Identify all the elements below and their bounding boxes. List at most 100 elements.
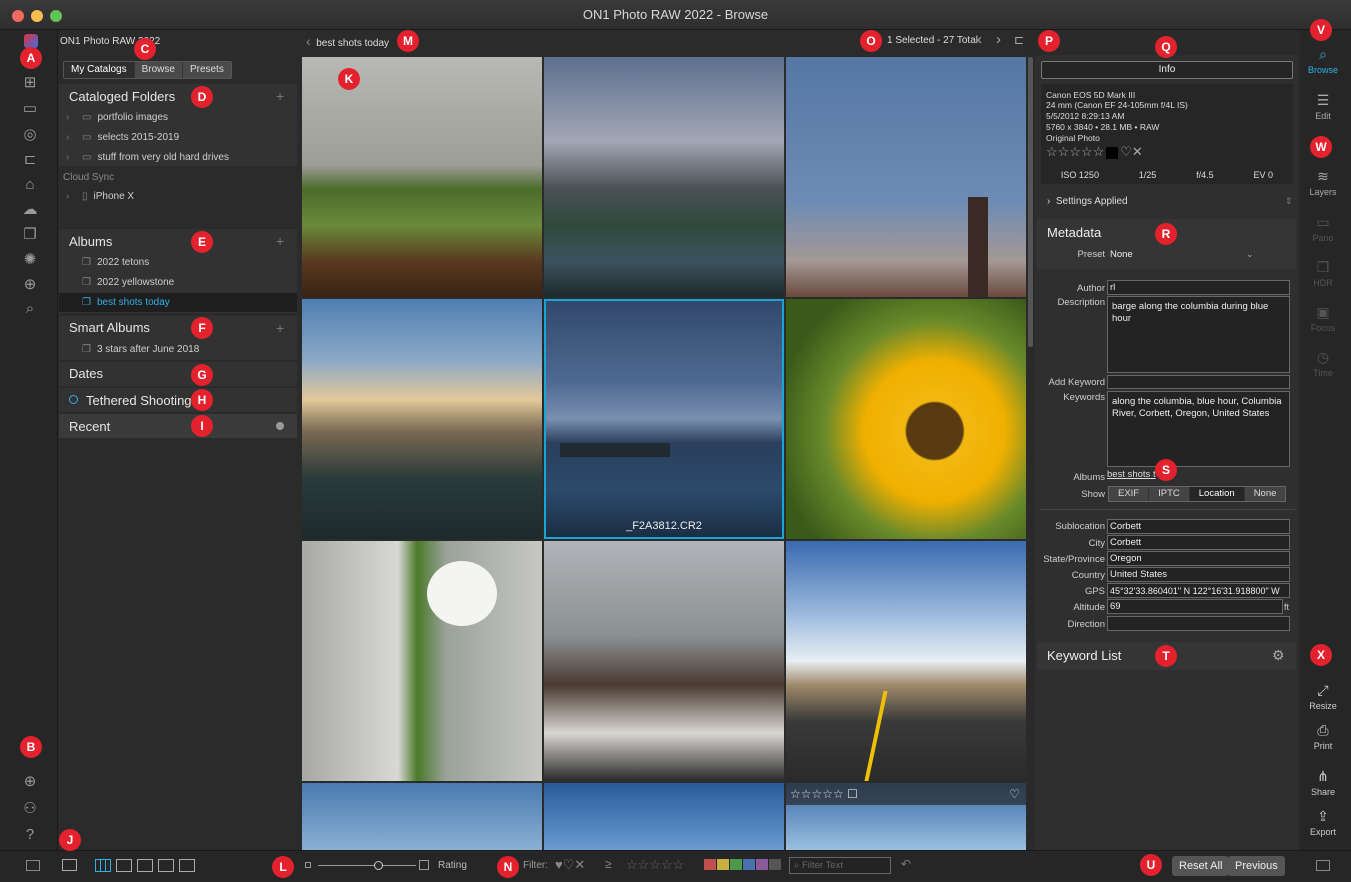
show-exif-button[interactable]: EXIF bbox=[1109, 487, 1150, 501]
compare-view-icon[interactable] bbox=[158, 859, 174, 872]
reset-all-button[interactable]: Reset All bbox=[1172, 856, 1230, 876]
rating-filter-stars[interactable]: ☆☆☆☆☆ bbox=[626, 857, 684, 873]
keywords-field[interactable]: along the columbia, blue hour, Columbia … bbox=[1107, 391, 1290, 467]
zoom-window-button[interactable] bbox=[50, 10, 62, 22]
help-icon[interactable]: ? bbox=[19, 824, 41, 846]
color-swatch-none[interactable] bbox=[769, 859, 781, 870]
slider-handle[interactable] bbox=[374, 861, 383, 870]
sync-icon[interactable]: ⊕ bbox=[19, 771, 41, 793]
tool-export[interactable]: ⇪ Export bbox=[1302, 808, 1344, 837]
tool-share[interactable]: ⋔ Share bbox=[1302, 768, 1344, 797]
color-label[interactable] bbox=[1106, 146, 1119, 159]
thumbnail-rating-overlay[interactable]: ☆☆☆☆☆ ☐ ♡ bbox=[786, 783, 1026, 805]
module-pano[interactable]: ▭ Pano bbox=[1302, 214, 1344, 243]
rating-compare-icon[interactable]: ≥ bbox=[605, 857, 612, 871]
photo-thumbnail[interactable] bbox=[786, 299, 1026, 539]
show-location-button[interactable]: Location bbox=[1189, 487, 1245, 501]
module-layers[interactable]: ≋ Layers bbox=[1302, 168, 1344, 197]
country-field[interactable]: United States bbox=[1107, 567, 1290, 582]
dates-title[interactable]: Dates bbox=[69, 366, 103, 381]
close-window-button[interactable] bbox=[12, 10, 24, 22]
add-folder-icon[interactable]: + bbox=[276, 88, 284, 104]
module-time[interactable]: ◷ Time bbox=[1302, 349, 1344, 378]
tool-resize[interactable]: ⤢ Resize bbox=[1302, 682, 1344, 711]
tab-presets[interactable]: Presets bbox=[182, 62, 231, 78]
album-item[interactable]: ❐ 2022 tetons bbox=[66, 257, 149, 268]
toggle-right-panel-icon[interactable] bbox=[1316, 860, 1330, 871]
filter-text-input[interactable]: ⌕ Filter Text bbox=[789, 857, 891, 874]
module-hdr[interactable]: ❐ HDR bbox=[1302, 259, 1344, 288]
back-icon[interactable]: ‹ bbox=[306, 33, 311, 49]
breadcrumb[interactable]: ‹ best shots today bbox=[306, 33, 389, 49]
color-swatch-purple[interactable] bbox=[756, 859, 768, 870]
smart-album-icon[interactable]: ✺ bbox=[19, 249, 41, 271]
folder-item[interactable]: › ▭ portfolio images bbox=[66, 112, 168, 123]
expand-icon[interactable]: ⇕ bbox=[1285, 196, 1293, 207]
albums-title[interactable]: Albums bbox=[69, 234, 112, 249]
keyword-list-title[interactable]: Keyword List bbox=[1047, 648, 1121, 663]
sublocation-field[interactable]: Corbett bbox=[1107, 519, 1290, 534]
detail-view-icon[interactable] bbox=[116, 859, 132, 872]
star-rating[interactable]: ☆☆☆☆☆ ♡✕ bbox=[1046, 144, 1143, 160]
settings-applied-toggle[interactable]: › Settings Applied bbox=[1047, 196, 1128, 207]
photo-thumbnail[interactable] bbox=[302, 57, 542, 297]
direction-field[interactable] bbox=[1107, 616, 1290, 631]
map-view-icon[interactable] bbox=[179, 859, 195, 872]
color-swatch-red[interactable] bbox=[704, 859, 716, 870]
clear-recent-icon[interactable] bbox=[276, 422, 284, 430]
info-tab[interactable]: Info bbox=[1041, 61, 1293, 79]
cloud-icon[interactable]: ☁ bbox=[19, 199, 41, 221]
folder-icon[interactable]: ⊏ bbox=[19, 149, 41, 171]
color-label-filter[interactable] bbox=[704, 859, 784, 872]
photo-thumbnail[interactable] bbox=[302, 541, 542, 781]
heart-icon[interactable]: ♡ bbox=[1009, 783, 1020, 805]
minimize-window-button[interactable] bbox=[31, 10, 43, 22]
filmstrip-icon[interactable] bbox=[62, 859, 77, 871]
city-field[interactable]: Corbett bbox=[1107, 535, 1290, 550]
smart-albums-title[interactable]: Smart Albums bbox=[69, 320, 150, 335]
photo-thumbnail[interactable] bbox=[544, 57, 784, 297]
add-album-icon[interactable]: + bbox=[276, 233, 284, 249]
add-icon[interactable]: ⊞ bbox=[19, 72, 41, 94]
folder-item[interactable]: › ▭ selects 2015-2019 bbox=[66, 132, 179, 143]
toggle-left-panel-icon[interactable] bbox=[26, 860, 40, 871]
camera-icon[interactable]: ◎ bbox=[19, 124, 41, 146]
author-field[interactable]: rl bbox=[1107, 280, 1290, 295]
large-thumb-icon[interactable] bbox=[419, 860, 429, 870]
cloud-device-item[interactable]: › ▯ iPhone X bbox=[66, 191, 134, 202]
next-image-icon[interactable]: › bbox=[996, 31, 1001, 48]
altitude-field[interactable]: 69 bbox=[1107, 599, 1283, 614]
filmstrip-view-icon[interactable] bbox=[137, 859, 153, 872]
smart-album-item[interactable]: ❐ 3 stars after June 2018 bbox=[66, 344, 199, 355]
metadata-title[interactable]: Metadata bbox=[1047, 225, 1101, 240]
thumbnail-size-slider[interactable] bbox=[318, 865, 416, 866]
add-keyword-field[interactable] bbox=[1107, 375, 1290, 389]
tether-icon[interactable]: ⊕ bbox=[19, 274, 41, 296]
cataloged-folders-title[interactable]: Cataloged Folders bbox=[69, 89, 175, 104]
user-icon[interactable]: ⚇ bbox=[19, 798, 41, 820]
photo-thumbnail[interactable]: ☆☆☆☆☆ ☐ ♡ bbox=[786, 783, 1026, 850]
module-focus[interactable]: ▣ Focus bbox=[1302, 304, 1344, 333]
photo-thumbnail[interactable] bbox=[544, 541, 784, 781]
module-browse[interactable]: ⌕ Browse bbox=[1302, 46, 1344, 75]
photo-thumbnail[interactable] bbox=[786, 541, 1026, 781]
grid-view-icon[interactable] bbox=[95, 859, 111, 872]
albums-value[interactable]: best shots t bbox=[1107, 469, 1156, 480]
album-item[interactable]: ❐ best shots today bbox=[66, 297, 170, 308]
add-smart-album-icon[interactable]: + bbox=[276, 320, 284, 336]
description-field[interactable]: barge along the columbia during blue hou… bbox=[1107, 296, 1290, 373]
tab-browse[interactable]: Browse bbox=[134, 62, 183, 78]
drive-icon[interactable]: ⌂ bbox=[19, 174, 41, 196]
albums-icon[interactable]: ❐ bbox=[19, 224, 41, 246]
album-item[interactable]: ❐ 2022 yellowstone bbox=[66, 277, 174, 288]
photo-thumbnail[interactable] bbox=[544, 783, 784, 850]
photo-thumbnail[interactable] bbox=[302, 783, 542, 850]
chevron-down-icon[interactable]: ⌄ bbox=[1246, 249, 1254, 260]
show-none-button[interactable]: None bbox=[1244, 487, 1286, 501]
gps-field[interactable]: 45°32'33.860401" N 122°16'31.918800" W bbox=[1107, 583, 1290, 598]
reset-filter-icon[interactable]: ↶ bbox=[901, 857, 911, 871]
preset-select[interactable]: None bbox=[1110, 249, 1133, 260]
new-folder-icon[interactable]: ⊏ bbox=[1014, 33, 1024, 47]
gear-icon[interactable]: ⚙ bbox=[1272, 647, 1285, 664]
color-swatch-yellow[interactable] bbox=[717, 859, 729, 870]
